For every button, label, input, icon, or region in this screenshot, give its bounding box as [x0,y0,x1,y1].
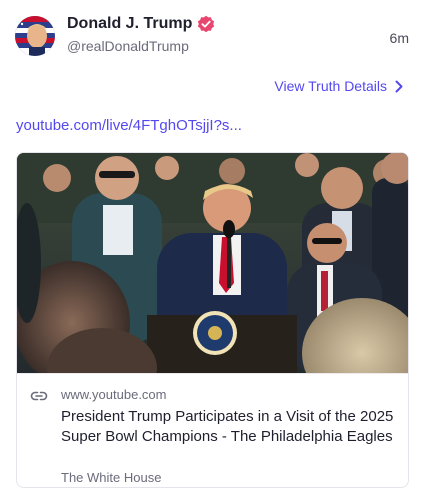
link-preview-title[interactable]: President Trump Participates in a Visit … [61,407,396,447]
author-handle[interactable]: @realDonaldTrump [67,38,189,54]
avatar-image [15,16,55,56]
view-truth-details-link[interactable]: View Truth Details [274,78,403,94]
link-preview-card[interactable]: www.youtube.com President Trump Particip… [16,152,409,488]
chevron-right-icon [395,80,403,92]
avatar[interactable] [15,16,55,56]
post-url-link[interactable]: youtube.com/live/4FTghOTsjjI?s... [16,117,242,134]
link-preview-image[interactable] [17,153,408,373]
post: Donald J. Trump @realDonaldTrump 6m View… [0,0,425,500]
link-preview-source: The White House [61,470,162,485]
author-display-name[interactable]: Donald J. Trump [67,15,192,33]
post-timestamp: 6m [389,30,409,46]
link-icon [30,391,48,401]
verified-badge-icon [197,15,215,33]
link-preview-body[interactable]: www.youtube.com President Trump Particip… [17,373,408,487]
view-truth-details-label[interactable]: View Truth Details [274,78,387,94]
link-preview-domain: www.youtube.com [61,387,167,402]
author-name[interactable]: Donald J. Trump [67,15,215,33]
